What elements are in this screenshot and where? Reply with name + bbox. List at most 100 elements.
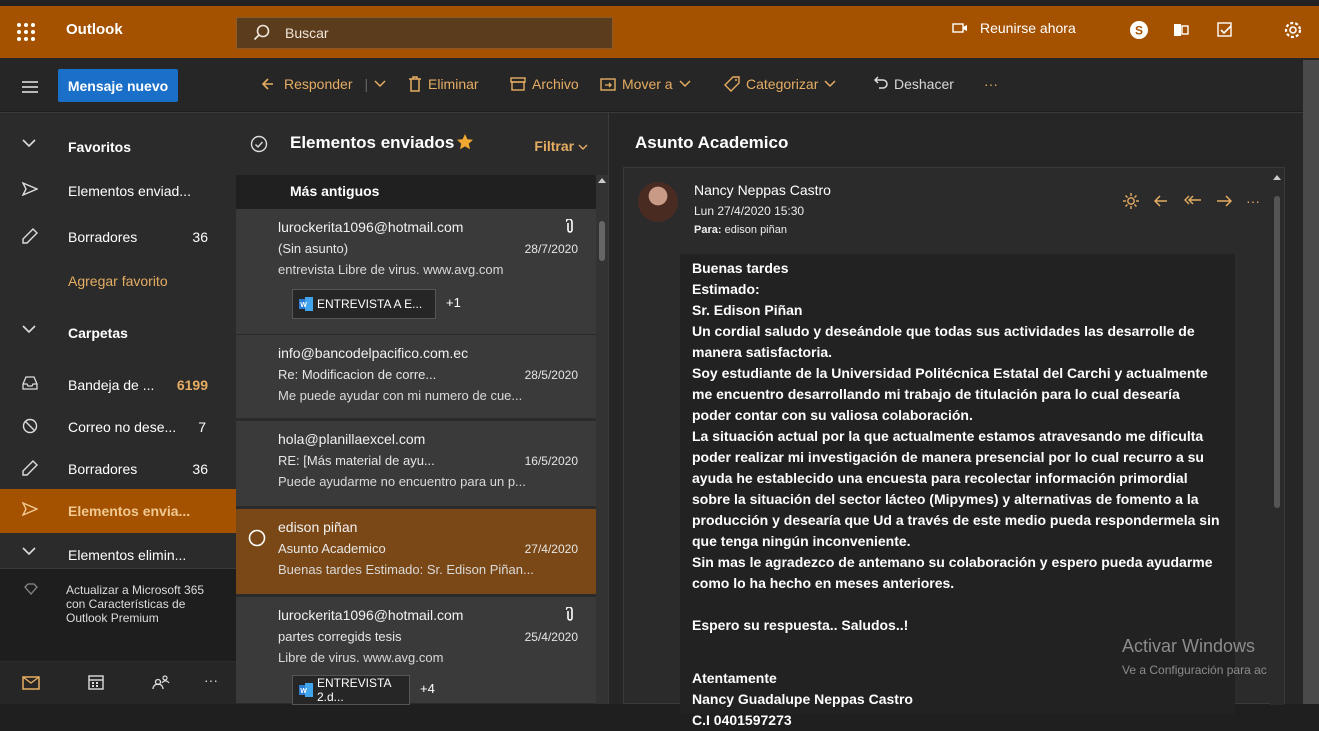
message-item[interactable]: lurockerita1096@hotmail.com partes corre…: [236, 597, 596, 705]
chevron-down-icon: [824, 80, 836, 88]
reply-label: Responder: [284, 76, 353, 92]
sender-name[interactable]: Nancy Neppas Castro: [694, 182, 831, 198]
module-switcher: ···: [0, 662, 236, 704]
inbox-icon: [22, 376, 40, 394]
message-from: lurockerita1096@hotmail.com: [278, 607, 464, 623]
unread-count: 7: [198, 419, 206, 435]
meet-now-button[interactable]: Reunirse ahora: [952, 20, 1076, 36]
favorite-item-drafts[interactable]: Borradores 36: [0, 215, 236, 259]
categorize-button[interactable]: Categorizar: [724, 76, 836, 92]
new-message-button[interactable]: Mensaje nuevo: [58, 69, 178, 102]
hamburger-menu-icon[interactable]: [22, 81, 38, 93]
folder-item-inbox[interactable]: Bandeja de ... 6199: [0, 363, 236, 407]
filter-button[interactable]: Filtrar: [534, 138, 588, 154]
delete-button[interactable]: Eliminar: [408, 76, 479, 92]
favorite-item-sent[interactable]: Elementos enviad...: [0, 169, 236, 213]
svg-text:W: W: [300, 688, 307, 695]
favorite-star-icon[interactable]: [456, 133, 474, 151]
office-icon[interactable]: [1170, 19, 1196, 45]
favorites-header[interactable]: Favoritos: [0, 125, 236, 169]
folder-item-sent[interactable]: Elementos envia...: [0, 489, 236, 533]
reply-all-icon[interactable]: [1184, 194, 1202, 208]
avatar[interactable]: [638, 182, 678, 222]
search-box[interactable]: Buscar: [236, 17, 613, 49]
message-date: 27/4/2020: [524, 542, 578, 556]
folder-item-label: Borradores: [68, 461, 138, 477]
folder-item-drafts[interactable]: Borradores 36: [0, 447, 236, 491]
message-item-selected[interactable]: edison piñan Asunto Academico 27/4/2020 …: [236, 509, 596, 595]
calendar-icon[interactable]: [88, 674, 104, 690]
activation-watermark-title: Activar Windows: [1122, 636, 1256, 656]
undo-button[interactable]: Deshacer: [874, 76, 954, 92]
move-to-button[interactable]: Mover a: [600, 76, 691, 92]
junk-icon: [22, 418, 40, 436]
scrollbar-thumb[interactable]: [1274, 196, 1280, 508]
body-line: producción y desearía que Ud a través de…: [692, 512, 1220, 528]
scroll-up-icon[interactable]: [1273, 174, 1281, 180]
app-launcher-icon[interactable]: [16, 22, 38, 44]
add-favorite-link[interactable]: Agregar favorito: [0, 259, 236, 303]
body-line: La situación actual por la que actualmen…: [692, 428, 1204, 444]
folder-title: Elementos enviados: [290, 133, 455, 152]
reply-button[interactable]: Responder |: [262, 76, 386, 92]
attachment-chip[interactable]: W ENTREVISTA 2.d...: [292, 675, 410, 705]
select-all-icon[interactable]: [250, 135, 268, 153]
mail-icon[interactable]: [22, 676, 40, 690]
scrollbar-thumb[interactable]: [599, 221, 605, 261]
my-day-icon[interactable]: [1214, 19, 1240, 45]
svg-text:S: S: [1135, 24, 1143, 38]
folder-item-label: Elementos envia...: [68, 503, 191, 519]
select-circle-icon[interactable]: [248, 529, 266, 547]
reading-scrollbar[interactable]: [1270, 168, 1284, 705]
attachment-more[interactable]: +1: [446, 295, 461, 310]
more-commands-button[interactable]: ···: [984, 76, 998, 92]
group-header: Más antiguos: [236, 175, 596, 209]
message-subject: Re: Modificacion de corre...: [278, 367, 437, 382]
attachment-more[interactable]: +4: [420, 681, 435, 696]
folders-header[interactable]: Carpetas: [0, 311, 236, 355]
undo-label: Deshacer: [894, 76, 954, 92]
message-preview: entrevista Libre de virus. www.avg.com: [278, 262, 504, 277]
pencil-icon: [22, 460, 40, 478]
message-item[interactable]: hola@planillaexcel.com RE: [Más material…: [236, 421, 596, 507]
more-apps-icon[interactable]: ···: [204, 672, 218, 688]
message-date: 28/5/2020: [524, 368, 578, 382]
message-preview: Libre de virus. www.avg.com: [278, 650, 444, 665]
message-subject: partes corregids tesis: [278, 629, 402, 644]
sun-icon[interactable]: [1122, 192, 1140, 210]
body-line: Nancy Guadalupe Neppas Castro: [692, 691, 913, 707]
recipient-name[interactable]: edison piñan: [725, 224, 787, 236]
skype-icon[interactable]: S: [1128, 19, 1154, 45]
upgrade-banner[interactable]: Actualizar a Microsoft 365 con Caracterí…: [0, 568, 236, 661]
attachment-name: ENTREVISTA A E...: [317, 297, 423, 311]
app-brand[interactable]: Outlook: [66, 21, 123, 38]
message-item[interactable]: info@bancodelpacifico.com.ec Re: Modific…: [236, 335, 596, 419]
favorites-label: Favoritos: [68, 139, 132, 155]
attachment-chip[interactable]: W ENTREVISTA A E...: [292, 289, 436, 319]
body-line: Sin mas le agradezco de antemano su cola…: [692, 554, 1213, 570]
forward-icon[interactable]: [1216, 194, 1232, 208]
message-item[interactable]: lurockerita1096@hotmail.com (Sin asunto)…: [236, 209, 596, 335]
scroll-up-icon[interactable]: [598, 177, 606, 183]
body-line: C.I 0401597273: [692, 712, 792, 728]
message-date: 25/4/2020: [524, 630, 578, 644]
message-list: Elementos enviados Filtrar Más antiguos …: [236, 113, 608, 705]
categorize-label: Categorizar: [746, 76, 819, 92]
reply-icon[interactable]: [1154, 194, 1170, 208]
message-subject: RE: [Más material de ayu...: [278, 453, 435, 468]
folder-pane: Favoritos Elementos enviad... Borradores…: [0, 113, 236, 704]
reply-dropdown-icon[interactable]: [374, 80, 386, 88]
body-line: Soy estudiante de la Universidad Politéc…: [692, 365, 1208, 381]
search-input[interactable]: Buscar: [285, 25, 329, 41]
archive-button[interactable]: Archivo: [510, 76, 579, 92]
reply-icon: [262, 77, 278, 91]
folder-item-junk[interactable]: Correo no dese... 7: [0, 405, 236, 449]
add-favorite-label: Agregar favorito: [68, 273, 168, 289]
folder-item-label: Correo no dese...: [68, 419, 177, 435]
more-actions-icon[interactable]: ···: [1246, 193, 1260, 209]
people-icon[interactable]: [152, 674, 170, 690]
message-from: hola@planillaexcel.com: [278, 431, 426, 447]
unread-count: 36: [192, 461, 208, 477]
settings-icon[interactable]: [1282, 19, 1308, 45]
message-from: lurockerita1096@hotmail.com: [278, 219, 464, 235]
